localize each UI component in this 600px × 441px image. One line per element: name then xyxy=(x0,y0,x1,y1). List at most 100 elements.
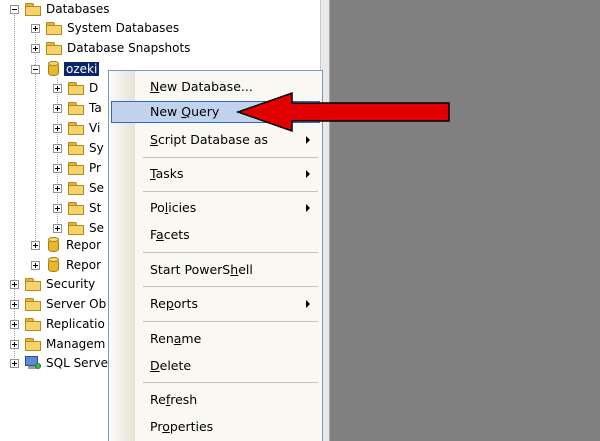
expand-icon[interactable] xyxy=(53,223,62,233)
menu-separator xyxy=(143,252,318,253)
tree-node-management[interactable]: Managem xyxy=(10,334,105,354)
folder-icon xyxy=(25,337,41,351)
access-key: S xyxy=(150,132,158,147)
menu-item-label: Tasks xyxy=(150,166,184,181)
expand-icon[interactable] xyxy=(53,203,62,213)
tree-node-replication[interactable]: Replicatio xyxy=(10,314,105,334)
database-icon xyxy=(48,237,59,253)
menu-item-label: Rename xyxy=(150,331,201,346)
menu-item-label: New Query xyxy=(150,104,219,119)
access-key: N xyxy=(150,79,160,94)
tree-node-synonyms[interactable]: Sy xyxy=(53,138,104,158)
tree-node-database-snapshots[interactable]: Database Snapshots xyxy=(31,38,190,58)
tree-node-report-server[interactable]: Repor xyxy=(31,235,101,255)
tree-node-programmability[interactable]: Pr xyxy=(53,158,101,178)
expand-icon[interactable] xyxy=(10,339,19,349)
label-text: ell xyxy=(238,262,253,277)
tree-node-server-objects[interactable]: Server Ob xyxy=(10,294,106,314)
tree-node-tables[interactable]: Ta xyxy=(53,98,102,118)
tree-node-label: Managem xyxy=(46,337,106,351)
folder-icon xyxy=(46,41,62,55)
menu-separator xyxy=(143,286,318,287)
folder-icon xyxy=(25,317,41,331)
expand-icon[interactable] xyxy=(53,83,62,93)
label-text: resh xyxy=(170,392,198,407)
tree-node-label: Server Ob xyxy=(46,297,107,311)
access-key: p xyxy=(165,296,174,311)
tree-node-label: Database Snapshots xyxy=(67,41,191,55)
menu-item-refresh[interactable]: Refresh xyxy=(111,389,320,411)
menu-item-label: Properties xyxy=(150,419,213,434)
label-text: Pr xyxy=(150,419,163,434)
menu-item-new-database[interactable]: New Database... xyxy=(111,76,320,98)
expand-icon[interactable] xyxy=(53,183,62,193)
tree-node-label: Repor xyxy=(66,258,102,272)
expand-icon[interactable] xyxy=(31,23,40,33)
menu-item-label: Delete xyxy=(150,358,191,373)
context-menu: New Database... New Query Script Databas… xyxy=(108,70,323,441)
tree-node-service-broker[interactable]: Se xyxy=(53,178,104,198)
folder-icon xyxy=(25,2,41,16)
label-text: New xyxy=(150,104,182,119)
expand-icon[interactable] xyxy=(53,163,62,173)
expand-icon[interactable] xyxy=(10,319,19,329)
access-key: a xyxy=(156,227,164,242)
label-text: elete xyxy=(159,358,192,373)
folder-icon xyxy=(25,297,41,311)
folder-icon xyxy=(68,81,84,95)
menu-item-policies[interactable]: Policies xyxy=(111,197,320,219)
folder-icon xyxy=(68,141,84,155)
menu-item-new-query[interactable]: New Query xyxy=(111,101,320,123)
tree-node-security[interactable]: Security xyxy=(10,274,95,294)
menu-separator xyxy=(143,157,318,158)
tree-node-label: SQL Serve xyxy=(46,356,108,370)
label-text: asks xyxy=(155,166,184,181)
collapse-icon[interactable] xyxy=(10,4,19,14)
menu-separator xyxy=(143,382,318,383)
expand-icon[interactable] xyxy=(31,260,40,270)
expand-icon[interactable] xyxy=(53,103,62,113)
menu-item-facets[interactable]: Facets xyxy=(111,224,320,246)
folder-icon xyxy=(46,21,62,35)
menu-item-label: Script Database as xyxy=(150,132,268,147)
menu-item-properties[interactable]: Properties xyxy=(111,416,320,438)
tree-node-system-databases[interactable]: System Databases xyxy=(31,18,179,38)
tree-node-ozeki[interactable]: ozeki xyxy=(31,59,101,79)
expand-icon[interactable] xyxy=(53,123,62,133)
collapse-icon[interactable] xyxy=(31,64,40,74)
folder-icon xyxy=(68,221,84,235)
expand-icon[interactable] xyxy=(10,299,19,309)
tree-node-label: Ta xyxy=(89,101,102,115)
label-text: orts xyxy=(173,296,198,311)
menu-item-label: Reports xyxy=(150,296,198,311)
tree-node-databases[interactable]: Databases xyxy=(10,0,110,19)
menu-item-label: Refresh xyxy=(150,392,197,407)
expand-icon[interactable] xyxy=(53,143,62,153)
tree-node-label: Repor xyxy=(66,238,102,252)
tree-node-views[interactable]: Vi xyxy=(53,118,100,138)
menu-item-rename[interactable]: Rename xyxy=(111,328,320,350)
folder-icon xyxy=(68,161,84,175)
access-key: h xyxy=(230,262,239,277)
label-text: Ren xyxy=(150,331,174,346)
menu-item-reports[interactable]: Reports xyxy=(111,293,320,315)
menu-item-start-powershell[interactable]: Start PowerShell xyxy=(111,259,320,281)
tree-node-label: System Databases xyxy=(67,21,180,35)
tree-node-sql-server-agent[interactable]: SQL Serve xyxy=(10,353,108,373)
tree-node-label-selected: ozeki xyxy=(62,61,101,77)
tree-node-diagrams[interactable]: D xyxy=(53,78,98,98)
folder-icon xyxy=(68,121,84,135)
expand-icon[interactable] xyxy=(31,43,40,53)
tree-node-report-server-temp[interactable]: Repor xyxy=(31,255,101,275)
menu-item-script-database-as[interactable]: Script Database as xyxy=(111,129,320,151)
tree-node-label: Se xyxy=(89,181,104,195)
expand-icon[interactable] xyxy=(10,279,19,289)
menu-item-label: Policies xyxy=(150,200,196,215)
menu-item-tasks[interactable]: Tasks xyxy=(111,163,320,185)
menu-item-delete[interactable]: Delete xyxy=(111,355,320,377)
expand-icon[interactable] xyxy=(10,358,19,368)
expand-icon[interactable] xyxy=(31,240,40,250)
tree-node-label: Databases xyxy=(46,2,110,16)
tree-node-storage[interactable]: St xyxy=(53,198,101,218)
label-text: Start PowerS xyxy=(150,262,231,277)
